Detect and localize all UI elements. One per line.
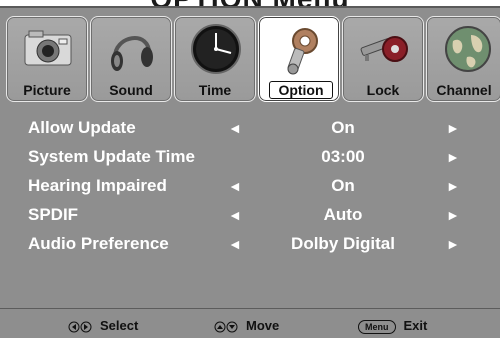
left-arrow-icon[interactable]: ◄ [228,178,242,194]
up-down-keys-icon [214,321,238,333]
option-label: SPDIF [28,205,79,224]
option-value: Auto [323,205,363,224]
tab-sound[interactable]: Sound [90,16,172,102]
option-label: System Update Time [28,147,195,166]
select-label: Select [100,318,139,333]
tab-time[interactable]: Time [174,16,256,102]
tab-picture[interactable]: Picture [6,16,88,102]
move-hint: Move [214,318,279,333]
tab-label: Sound [109,82,153,98]
tab-label: Time [198,82,232,98]
right-arrow-icon[interactable]: ► [446,178,460,194]
option-row-allow-update[interactable]: Allow Update ◄ On ► [28,116,500,145]
key-lock-icon [360,36,408,62]
option-menu-panel: Picture Sound Time Option Lock Channel A… [0,6,500,338]
tab-option[interactable]: Option [258,16,340,102]
option-row-system-update-time[interactable]: System Update Time 03:00 ► [28,145,500,174]
tab-lock[interactable]: Lock [342,16,424,102]
right-arrow-icon[interactable]: ► [446,236,460,252]
help-bar: Select Move Menu Exit [0,308,500,338]
tab-channel[interactable]: Channel [426,16,500,102]
left-arrow-icon[interactable]: ◄ [228,236,242,252]
left-arrow-icon[interactable]: ◄ [228,207,242,223]
option-row-audio-preference[interactable]: Audio Preference ◄ Dolby Digital ► [28,232,500,261]
tab-label: Channel [436,82,492,98]
right-arrow-icon[interactable]: ► [446,207,460,223]
menu-tab-bar: Picture Sound Time Option Lock Channel [6,16,500,102]
left-right-keys-icon [68,321,92,333]
camera-icon [24,30,72,66]
move-label: Move [246,318,280,333]
gears-icon [287,28,318,75]
right-arrow-icon[interactable]: ► [446,120,460,136]
option-label: Allow Update [28,118,136,137]
exit-label: Exit [403,318,428,333]
option-value: On [331,118,355,137]
tab-label: Option [269,81,333,99]
globe-icon [445,26,491,72]
option-value: On [331,176,355,195]
option-value: 03:00 [321,147,365,166]
option-row-hearing-impaired[interactable]: Hearing Impaired ◄ On ► [28,174,500,203]
tab-label: Picture [23,82,71,98]
clock-icon [191,24,241,74]
option-list: Allow Update ◄ On ► System Update Time 0… [28,116,500,261]
exit-hint: Menu Exit [358,318,427,334]
option-row-spdif[interactable]: SPDIF ◄ Auto ► [28,203,500,232]
option-value: Dolby Digital [291,234,395,253]
tab-label: Lock [366,82,400,98]
menu-key-icon: Menu [358,319,396,334]
right-arrow-icon[interactable]: ► [446,149,460,165]
left-arrow-icon[interactable]: ◄ [228,120,242,136]
select-hint: Select [68,318,138,333]
option-label: Audio Preference [28,234,169,253]
option-label: Hearing Impaired [28,176,167,195]
headphones-icon [111,36,153,71]
